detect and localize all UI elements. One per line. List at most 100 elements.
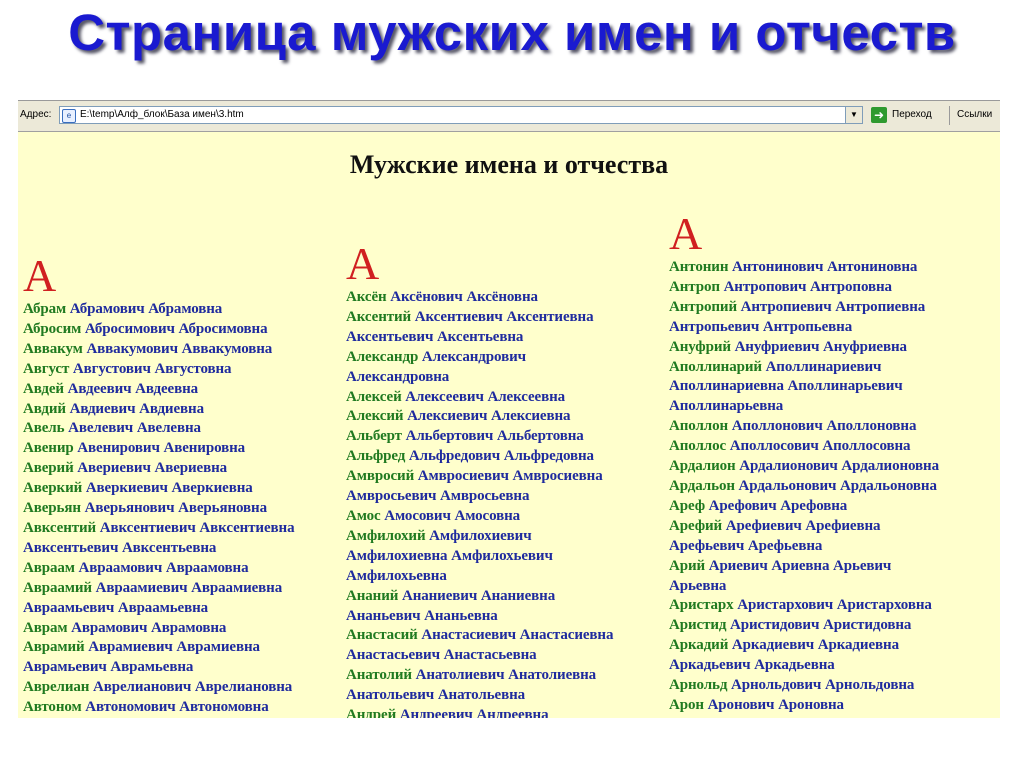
- name-link[interactable]: Аксён: [346, 289, 387, 305]
- name-entry[interactable]: Аркадий Аркадиевич Аркадиевна: [669, 636, 939, 656]
- name-link[interactable]: Амос: [346, 508, 381, 524]
- name-entry[interactable]: Ареф Арефович Арефовна: [669, 497, 939, 517]
- name-link[interactable]: Абрам: [23, 301, 66, 317]
- name-entry[interactable]: Аристарх Аристархович Аристарховна: [669, 596, 939, 616]
- name-link[interactable]: Антонин: [669, 259, 728, 275]
- name-link[interactable]: Авксентий: [23, 520, 96, 536]
- name-entry[interactable]: Аверкий Аверкиевич Аверкиевна: [23, 479, 294, 499]
- name-entry[interactable]: Аполлинарий Аполлинариевич: [669, 358, 939, 378]
- name-link[interactable]: Аполлинарий: [669, 359, 762, 375]
- name-entry[interactable]: Анастасьевич Анастасьевна: [346, 646, 613, 666]
- name-entry[interactable]: Амфилохий Амфилохиевич: [346, 527, 613, 547]
- name-link[interactable]: Аксентий: [346, 309, 411, 325]
- name-entry[interactable]: Аврам Аврамович Аврамовна: [23, 619, 294, 639]
- name-link[interactable]: Арий: [669, 558, 705, 574]
- name-link[interactable]: Аврам: [23, 620, 68, 636]
- name-entry[interactable]: Антропий Антропиевич Антропиевна: [669, 298, 939, 318]
- name-entry[interactable]: Альберт Альбертович Альбертовна: [346, 427, 613, 447]
- name-entry[interactable]: Автоном Автономович Автономовна: [23, 698, 294, 718]
- go-arrow-icon[interactable]: ➜: [871, 107, 887, 123]
- address-input[interactable]: e E:\temp\Алф_блок\База имен\3.htm ▼: [59, 106, 863, 124]
- name-entry[interactable]: Аполлинариевна Аполлинарьевич: [669, 377, 939, 397]
- name-link[interactable]: Авраамий: [23, 580, 92, 596]
- name-entry[interactable]: Арьевна: [669, 577, 939, 597]
- name-entry[interactable]: Абросим Абросимович Абросимовна: [23, 320, 294, 340]
- name-entry[interactable]: Аверьян Аверьянович Аверьяновна: [23, 499, 294, 519]
- name-link[interactable]: Аристарх: [669, 597, 734, 613]
- name-entry[interactable]: Антропьевич Антропьевна: [669, 318, 939, 338]
- name-link[interactable]: Авдий: [23, 401, 66, 417]
- name-entry[interactable]: Арефий Арефиевич Арефиевна: [669, 517, 939, 537]
- name-link[interactable]: Аркадий: [669, 637, 728, 653]
- name-entry[interactable]: Александр Александрович: [346, 348, 613, 368]
- name-entry[interactable]: Авенир Авенирович Авенировна: [23, 439, 294, 459]
- name-link[interactable]: Аверкий: [23, 480, 82, 496]
- name-entry[interactable]: Аристид Аристидович Аристидовна: [669, 616, 939, 636]
- name-link[interactable]: Алексей: [346, 389, 402, 405]
- chevron-down-icon[interactable]: ▼: [845, 107, 862, 123]
- name-entry[interactable]: Ардалион Ардалионович Ардалионовна: [669, 457, 939, 477]
- name-entry[interactable]: Авдий Авдиевич Авдиевна: [23, 400, 294, 420]
- name-entry[interactable]: Абрам Абрамович Абрамовна: [23, 300, 294, 320]
- name-entry[interactable]: Ананий Ананиевич Ананиевна: [346, 587, 613, 607]
- name-entry[interactable]: Август Августович Августовна: [23, 360, 294, 380]
- name-link[interactable]: Антроп: [669, 279, 720, 295]
- name-entry[interactable]: Алексий Алексиевич Алексиевна: [346, 407, 613, 427]
- name-entry[interactable]: Амфилохиевна Амфилохьевич: [346, 547, 613, 567]
- name-link[interactable]: Авель: [23, 420, 65, 436]
- name-entry[interactable]: Ананьевич Ананьевна: [346, 607, 613, 627]
- name-link[interactable]: Ануфрий: [669, 339, 731, 355]
- name-entry[interactable]: Аксентий Аксентиевич Аксентиевна: [346, 308, 613, 328]
- name-entry[interactable]: Антонин Антонинович Антониновна: [669, 258, 939, 278]
- name-entry[interactable]: Александровна: [346, 368, 613, 388]
- name-link[interactable]: Ардалион: [669, 458, 736, 474]
- name-entry[interactable]: Арефьевич Арефьевна: [669, 537, 939, 557]
- name-link[interactable]: Авраам: [23, 560, 75, 576]
- name-link[interactable]: Абросим: [23, 321, 81, 337]
- name-entry[interactable]: Андрей Андреевич Андреевна: [346, 706, 613, 718]
- name-link[interactable]: Аврамий: [23, 639, 85, 655]
- name-entry[interactable]: Авраам Авраамович Авраамовна: [23, 559, 294, 579]
- name-entry[interactable]: Альфред Альфредович Альфредовна: [346, 447, 613, 467]
- name-link[interactable]: Алексий: [346, 408, 404, 424]
- name-link[interactable]: Аполлос: [669, 438, 726, 454]
- name-entry[interactable]: Анастасий Анастасиевич Анастасиевна: [346, 626, 613, 646]
- name-entry[interactable]: Анатольевич Анатольевна: [346, 686, 613, 706]
- name-link[interactable]: Альфред: [346, 448, 405, 464]
- name-link[interactable]: Андрей: [346, 707, 396, 718]
- name-entry[interactable]: Аврамьевич Аврамьевна: [23, 658, 294, 678]
- name-link[interactable]: Август: [23, 361, 69, 377]
- name-entry[interactable]: Амвросьевич Амвросьевна: [346, 487, 613, 507]
- name-entry[interactable]: Арон Аронович Ароновна: [669, 696, 939, 716]
- name-entry[interactable]: Амос Амосович Амосовна: [346, 507, 613, 527]
- name-link[interactable]: Ареф: [669, 498, 705, 514]
- name-entry[interactable]: Антроп Антропович Антроповна: [669, 278, 939, 298]
- name-link[interactable]: Антропий: [669, 299, 737, 315]
- name-link[interactable]: Арнольд: [669, 677, 727, 693]
- name-link[interactable]: Амфилохий: [346, 528, 426, 544]
- name-entry[interactable]: Авраамий Авраамиевич Авраамиевна: [23, 579, 294, 599]
- name-entry[interactable]: Аврамий Аврамиевич Аврамиевна: [23, 638, 294, 658]
- name-link[interactable]: Аверий: [23, 460, 74, 476]
- name-link[interactable]: Аврелиан: [23, 679, 89, 695]
- name-entry[interactable]: Аполлон Аполлонович Аполлоновна: [669, 417, 939, 437]
- name-link[interactable]: Амвросий: [346, 468, 414, 484]
- name-link[interactable]: Авдей: [23, 381, 64, 397]
- name-link[interactable]: Автоном: [23, 699, 82, 715]
- name-entry[interactable]: Амвросий Амвросиевич Амвросиевна: [346, 467, 613, 487]
- name-link[interactable]: Арон: [669, 697, 704, 713]
- name-entry[interactable]: Аввакум Аввакумович Аввакумовна: [23, 340, 294, 360]
- name-entry[interactable]: Авель Авелевич Авелевна: [23, 419, 294, 439]
- go-button[interactable]: Переход: [892, 109, 932, 120]
- name-link[interactable]: Аполлон: [669, 418, 728, 434]
- name-link[interactable]: Анастасий: [346, 627, 418, 643]
- name-entry[interactable]: Аверий Авериевич Авериевна: [23, 459, 294, 479]
- name-link[interactable]: Авенир: [23, 440, 74, 456]
- name-entry[interactable]: Ардальон Ардальонович Ардальоновна: [669, 477, 939, 497]
- name-entry[interactable]: Анатолий Анатолиевич Анатолиевна: [346, 666, 613, 686]
- name-link[interactable]: Аввакум: [23, 341, 83, 357]
- links-button[interactable]: Ссылки: [957, 109, 992, 120]
- name-entry[interactable]: Авксентий Авксентиевич Авксентиевна: [23, 519, 295, 539]
- name-entry[interactable]: Арнольд Арнольдович Арнольдовна: [669, 676, 939, 696]
- name-link[interactable]: Аверьян: [23, 500, 81, 516]
